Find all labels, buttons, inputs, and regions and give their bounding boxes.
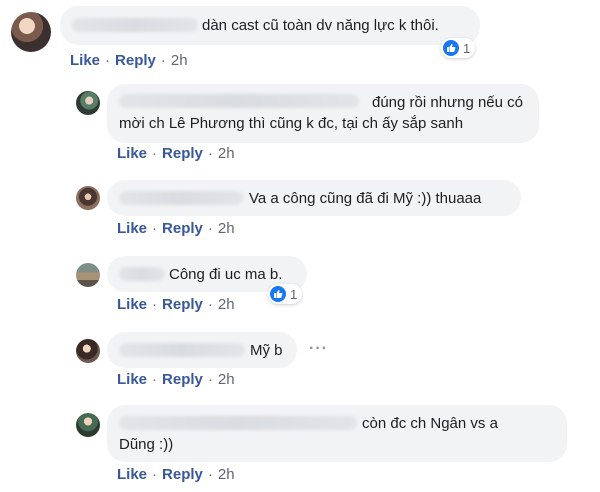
- like-reaction-icon: [443, 40, 459, 56]
- like-link[interactable]: Like: [117, 466, 147, 483]
- reaction-badge[interactable]: 1: [268, 284, 303, 304]
- reply-link[interactable]: Reply: [115, 52, 156, 69]
- reply-link[interactable]: Reply: [162, 466, 203, 483]
- separator: ·: [207, 466, 213, 483]
- separator: ·: [152, 145, 158, 162]
- like-link[interactable]: Like: [117, 145, 147, 162]
- comment-actions: Like · Reply · 2h: [117, 371, 235, 388]
- reply-link[interactable]: Reply: [162, 145, 203, 162]
- like-link[interactable]: Like: [117, 220, 147, 237]
- blurred-author-name: [119, 267, 165, 281]
- separator: ·: [160, 52, 166, 69]
- blurred-author-name: [119, 94, 359, 108]
- separator: ·: [207, 220, 213, 237]
- timestamp[interactable]: 2h: [218, 371, 235, 388]
- timestamp[interactable]: 2h: [218, 220, 235, 237]
- avatar[interactable]: [76, 91, 100, 115]
- comment-actions: Like · Reply · 2h: [117, 220, 235, 237]
- comment-bubble: dàn cast cũ toàn dv năng lực k thôi.: [60, 6, 480, 45]
- comment-text-line-2: Dũng :)): [119, 436, 174, 453]
- reaction-count: 1: [290, 286, 298, 302]
- reply-link[interactable]: Reply: [162, 371, 203, 388]
- timestamp[interactable]: 2h: [218, 296, 235, 313]
- separator: ·: [152, 220, 158, 237]
- more-options-icon[interactable]: ···: [309, 340, 328, 358]
- avatar[interactable]: [76, 263, 100, 287]
- comment-bubble: đúng rồi nhưng nếu có mời ch Lê Phương t…: [107, 84, 539, 143]
- separator: ·: [207, 296, 213, 313]
- like-link[interactable]: Like: [117, 296, 147, 313]
- timestamp[interactable]: 2h: [218, 145, 235, 162]
- avatar[interactable]: [76, 413, 100, 437]
- separator: ·: [152, 466, 158, 483]
- like-reaction-icon: [270, 286, 286, 302]
- blurred-author-name: [119, 416, 357, 430]
- comment-text: Va a công cũng đã đi Mỹ :)) thuaaa: [249, 190, 482, 207]
- avatar[interactable]: [76, 339, 100, 363]
- comment-bubble: Va a công cũng đã đi Mỹ :)) thuaaa: [107, 180, 521, 216]
- timestamp[interactable]: 2h: [171, 52, 188, 69]
- blurred-author-name: [72, 18, 198, 32]
- comment-text-line-1: đúng rồi nhưng nếu có: [372, 94, 523, 111]
- avatar[interactable]: [11, 12, 51, 52]
- reply-link[interactable]: Reply: [162, 296, 203, 313]
- separator: ·: [207, 371, 213, 388]
- like-link[interactable]: Like: [70, 52, 100, 69]
- separator: ·: [207, 145, 213, 162]
- avatar[interactable]: [76, 186, 100, 210]
- comment-actions: Like · Reply · 2h: [117, 145, 235, 162]
- timestamp[interactable]: 2h: [218, 466, 235, 483]
- comment-actions: Like · Reply · 2h: [117, 466, 235, 483]
- separator: ·: [105, 52, 111, 69]
- separator: ·: [152, 371, 158, 388]
- comment-text: Công đi uc ma b.: [169, 266, 283, 283]
- reaction-count: 1: [463, 40, 471, 56]
- comment-bubble: còn đc ch Ngân vs a Dũng :)): [107, 405, 567, 462]
- comment-text-line-1: còn đc ch Ngân vs a: [362, 415, 498, 432]
- comment-text: dàn cast cũ toàn dv năng lực k thôi.: [202, 17, 439, 34]
- comment-bubble: Mỹ b: [107, 332, 297, 368]
- comment-actions: Like · Reply · 2h: [70, 52, 188, 69]
- comment-actions: Like · Reply · 2h: [117, 296, 235, 313]
- blurred-author-name: [119, 343, 245, 357]
- reply-link[interactable]: Reply: [162, 220, 203, 237]
- reaction-badge[interactable]: 1: [441, 38, 476, 58]
- blurred-author-name: [119, 191, 243, 205]
- like-link[interactable]: Like: [117, 371, 147, 388]
- comment-text-line-2: mời ch Lê Phương thì cũng k đc, tại ch ấ…: [119, 115, 464, 132]
- separator: ·: [152, 296, 158, 313]
- comment-text: Mỹ b: [250, 342, 283, 359]
